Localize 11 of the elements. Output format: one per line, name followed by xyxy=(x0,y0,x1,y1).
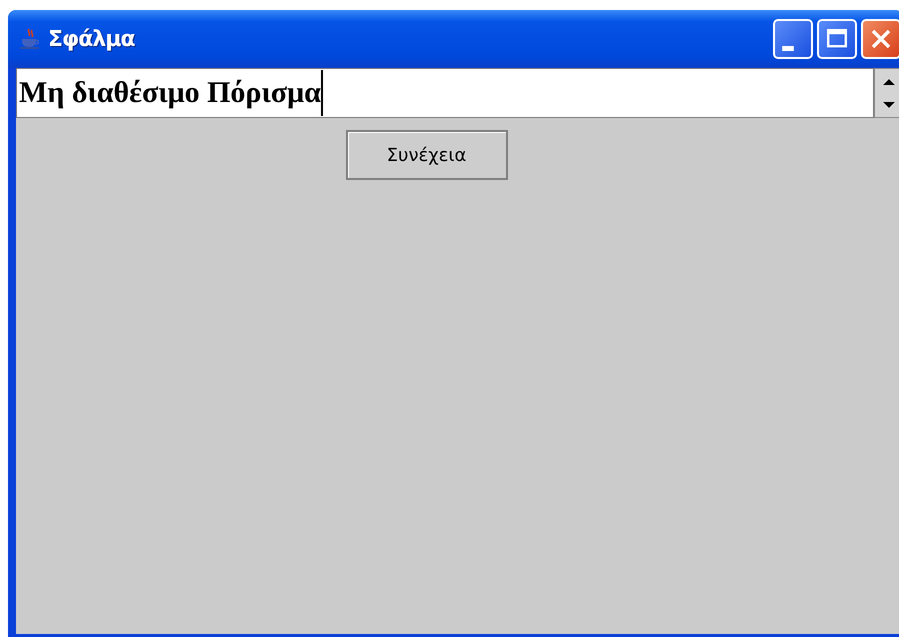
close-button[interactable] xyxy=(861,19,899,59)
continue-button[interactable]: Συνέχεια xyxy=(346,130,508,180)
up-arrow-icon xyxy=(882,78,894,84)
spinner[interactable] xyxy=(874,68,899,118)
maximize-button[interactable] xyxy=(817,19,857,59)
message-field[interactable]: Μη διαθέσιμο Πόρισμα xyxy=(16,68,874,118)
minimize-icon xyxy=(782,46,794,50)
down-arrow-icon xyxy=(882,102,894,108)
window-title: Σφάλμα xyxy=(48,26,135,52)
minimize-button[interactable] xyxy=(773,19,813,59)
coffee-cup-icon xyxy=(18,27,42,51)
